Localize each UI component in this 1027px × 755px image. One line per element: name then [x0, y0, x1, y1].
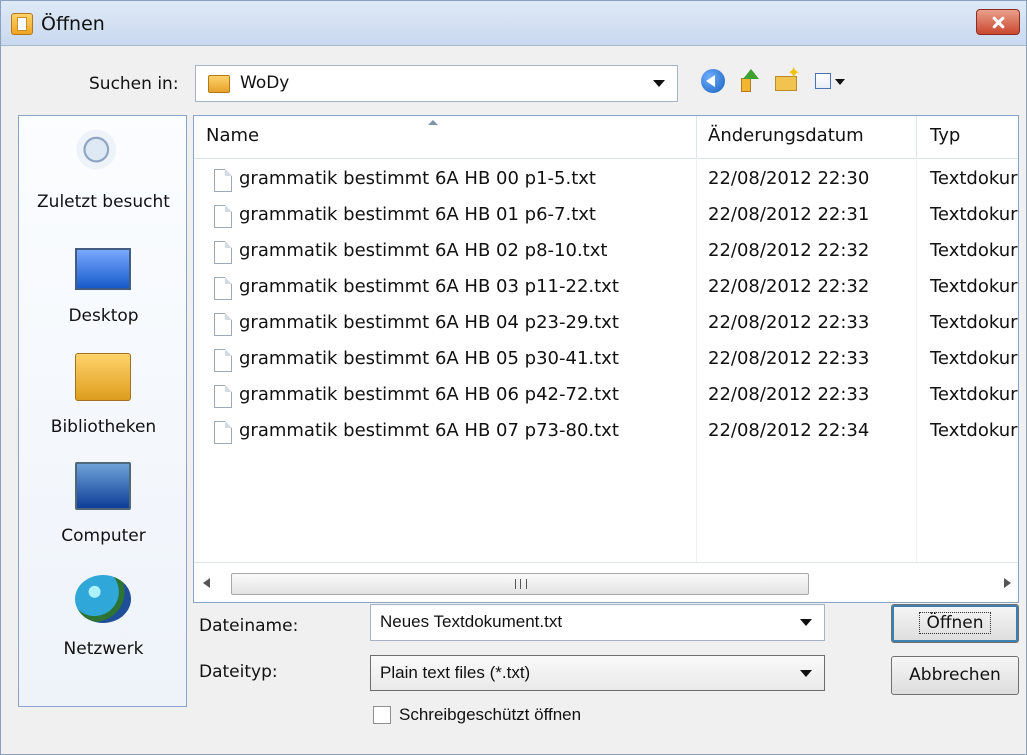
title-bar: Öffnen: [1, 1, 1026, 46]
file-modified-date: 22/08/2012 22:34: [708, 420, 870, 441]
file-row[interactable]: grammatik bestimmt 6A HB 03 p11-22.txt 2…: [194, 271, 1018, 307]
file-modified-date: 22/08/2012 22:33: [708, 348, 870, 369]
file-modified-date: 22/08/2012 22:33: [708, 312, 870, 333]
cancel-button[interactable]: Abbrechen: [891, 656, 1019, 695]
file-name: grammatik bestimmt 6A HB 05 p30-41.txt: [239, 348, 619, 369]
file-type: Textdokur: [930, 312, 1018, 333]
libraries-icon: [75, 353, 131, 401]
file-row[interactable]: grammatik bestimmt 6A HB 07 p73-80.txt 2…: [194, 415, 1018, 451]
computer-icon: [75, 462, 131, 510]
file-name: grammatik bestimmt 6A HB 04 p23-29.txt: [239, 312, 619, 333]
text-file-icon: [214, 241, 232, 264]
file-type: Textdokur: [930, 240, 1018, 261]
open-file-dialog: Öffnen Suchen in: WoDy Zuletzt besucht D…: [0, 0, 1027, 755]
scrollbar-grip-icon: [515, 579, 527, 589]
new-folder-icon[interactable]: [773, 63, 800, 93]
sidebar-item-libraries[interactable]: Bibliotheken: [19, 349, 188, 457]
open-button[interactable]: Öffnen: [891, 604, 1019, 643]
file-type: Textdokur: [930, 384, 1018, 405]
file-type: Textdokur: [930, 348, 1018, 369]
text-file-icon: [214, 169, 232, 192]
file-name: grammatik bestimmt 6A HB 01 p6-7.txt: [239, 204, 596, 225]
recent-places-icon: [75, 128, 131, 176]
desktop-icon: [75, 248, 131, 290]
text-file-icon: [214, 205, 232, 228]
column-header-name[interactable]: Name: [206, 125, 259, 146]
column-separator[interactable]: [696, 116, 697, 158]
column-header-date[interactable]: Änderungsdatum: [708, 125, 864, 146]
location-value: WoDy: [240, 73, 290, 93]
file-list-header: Name Änderungsdatum Typ: [194, 116, 1018, 159]
text-file-icon: [214, 349, 232, 372]
chevron-down-icon[interactable]: [800, 619, 812, 626]
sidebar-item-desktop[interactable]: Desktop: [19, 238, 188, 346]
file-row[interactable]: grammatik bestimmt 6A HB 01 p6-7.txt 22/…: [194, 199, 1018, 235]
file-name: grammatik bestimmt 6A HB 07 p73-80.txt: [239, 420, 619, 441]
scroll-left-icon[interactable]: [203, 578, 210, 588]
network-icon: [75, 575, 131, 623]
file-modified-date: 22/08/2012 22:32: [708, 240, 870, 261]
readonly-label: Schreibgeschützt öffnen: [399, 705, 582, 724]
column-header-type[interactable]: Typ: [930, 125, 960, 146]
close-button[interactable]: [976, 9, 1020, 35]
sidebar-item-recent-places[interactable]: Zuletzt besucht: [19, 124, 188, 232]
file-row[interactable]: grammatik bestimmt 6A HB 05 p30-41.txt 2…: [194, 343, 1018, 379]
file-row[interactable]: grammatik bestimmt 6A HB 00 p1-5.txt 22/…: [194, 163, 1018, 199]
location-label: Suchen in:: [89, 74, 179, 94]
filename-value: Neues Textdokument.txt: [380, 612, 563, 631]
filetype-select[interactable]: Plain text files (*.txt): [370, 655, 825, 691]
back-icon[interactable]: [701, 69, 725, 93]
filename-input[interactable]: Neues Textdokument.txt: [370, 604, 825, 641]
readonly-checkbox[interactable]: [373, 706, 391, 724]
text-file-icon: [214, 313, 232, 336]
text-file-icon: [214, 421, 232, 444]
file-row[interactable]: grammatik bestimmt 6A HB 02 p8-10.txt 22…: [194, 235, 1018, 271]
column-separator[interactable]: [916, 116, 917, 158]
sidebar-item-label: Computer: [61, 526, 146, 546]
file-type: Textdokur: [930, 204, 1018, 225]
file-type: Textdokur: [930, 168, 1018, 189]
file-modified-date: 22/08/2012 22:33: [708, 384, 870, 405]
file-type: Textdokur: [930, 276, 1018, 297]
sidebar-item-label: Zuletzt besucht: [37, 192, 170, 212]
view-menu-icon[interactable]: [815, 69, 845, 93]
places-sidebar: Zuletzt besucht Desktop Bibliotheken Com…: [18, 115, 187, 707]
file-modified-date: 22/08/2012 22:30: [708, 168, 870, 189]
folder-icon: [208, 75, 230, 93]
location-combo[interactable]: WoDy: [195, 65, 678, 102]
open-button-label: Öffnen: [919, 612, 991, 634]
file-name: grammatik bestimmt 6A HB 06 p42-72.txt: [239, 384, 619, 405]
filetype-label: Dateityp:: [199, 662, 278, 682]
chevron-down-icon: [800, 670, 812, 677]
horizontal-scrollbar[interactable]: [194, 562, 1018, 602]
dialog-title: Öffnen: [41, 13, 105, 35]
filename-label: Dateiname:: [199, 616, 299, 636]
sort-ascending-icon: [428, 120, 438, 125]
sidebar-item-network[interactable]: Netzwerk: [19, 571, 188, 679]
file-row[interactable]: grammatik bestimmt 6A HB 04 p23-29.txt 2…: [194, 307, 1018, 343]
file-modified-date: 22/08/2012 22:32: [708, 276, 870, 297]
filetype-value: Plain text files (*.txt): [380, 663, 531, 682]
file-modified-date: 22/08/2012 22:31: [708, 204, 870, 225]
open-dialog-icon: [11, 13, 33, 35]
file-type: Textdokur: [930, 420, 1018, 441]
file-name: grammatik bestimmt 6A HB 02 p8-10.txt: [239, 240, 608, 261]
sidebar-item-label: Desktop: [68, 306, 139, 326]
scroll-right-icon[interactable]: [1004, 578, 1011, 588]
file-name: grammatik bestimmt 6A HB 03 p11-22.txt: [239, 276, 619, 297]
scrollbar-thumb[interactable]: [231, 573, 809, 595]
sidebar-item-label: Netzwerk: [63, 639, 144, 659]
file-row[interactable]: grammatik bestimmt 6A HB 06 p42-72.txt 2…: [194, 379, 1018, 415]
text-file-icon: [214, 385, 232, 408]
file-name: grammatik bestimmt 6A HB 00 p1-5.txt: [239, 168, 596, 189]
file-list: Name Änderungsdatum Typ grammatik bestim…: [193, 115, 1019, 603]
sidebar-item-computer[interactable]: Computer: [19, 458, 188, 566]
chevron-down-icon: [653, 80, 665, 87]
up-folder-icon[interactable]: [736, 69, 760, 93]
text-file-icon: [214, 277, 232, 300]
sidebar-item-label: Bibliotheken: [50, 417, 157, 437]
